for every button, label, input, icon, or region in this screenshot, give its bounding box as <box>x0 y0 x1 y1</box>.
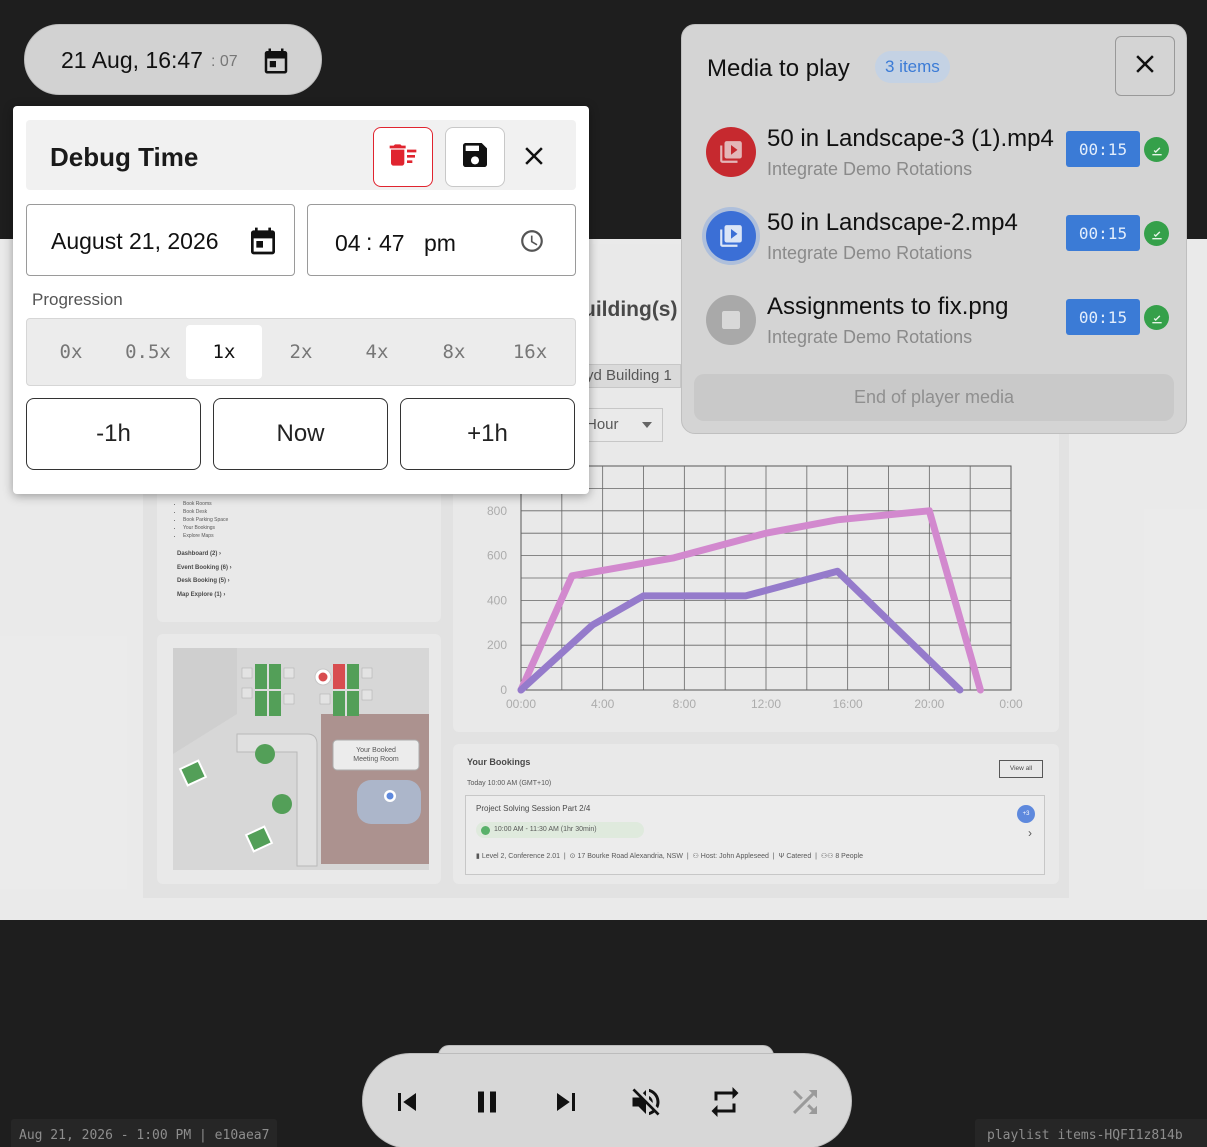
speed-2x[interactable]: 2x <box>263 325 339 379</box>
repeat-icon <box>707 1084 743 1125</box>
media-item-duration: 00:15 <box>1066 299 1140 335</box>
media-title: Media to play <box>707 55 850 82</box>
media-item[interactable]: Assignments to fix.png Integrate Demo Ro… <box>702 293 1172 365</box>
close-icon <box>519 147 549 175</box>
close-button[interactable] <box>519 141 549 171</box>
speed-0-5x[interactable]: 0.5x <box>110 325 186 379</box>
media-item-subtitle: Integrate Demo Rotations <box>767 327 973 347</box>
clock-icon[interactable] <box>519 228 545 259</box>
debug-header: Debug Time <box>26 120 576 190</box>
pause-icon <box>469 1084 505 1125</box>
date-value: August 21, 2026 <box>51 228 219 254</box>
transport-controls <box>362 1053 852 1147</box>
speed-8x[interactable]: 8x <box>416 325 492 379</box>
mute-button[interactable] <box>626 1084 666 1124</box>
delete-button[interactable] <box>373 127 433 187</box>
save-button[interactable] <box>445 127 505 187</box>
previous-button[interactable] <box>387 1084 427 1124</box>
speed-16x[interactable]: 16x <box>492 325 568 379</box>
time-hour[interactable]: 04 <box>335 230 361 257</box>
check-icon <box>1144 137 1169 162</box>
debug-time-panel: Debug Time August 21, 2026 04 : 47 pm Pr… <box>13 106 589 494</box>
status-right: playlist items-HQFI1z814b <box>975 1119 1207 1147</box>
status-left: Aug 21, 2026 - 1:00 PM | e10aea7 <box>11 1119 278 1147</box>
check-icon <box>1144 221 1169 246</box>
media-item-duration: 00:15 <box>1066 131 1140 167</box>
speed-0x[interactable]: 0x <box>33 325 109 379</box>
media-panel: Media to play 3 items 50 in Landscape-3 … <box>681 24 1187 434</box>
date-field[interactable]: August 21, 2026 <box>26 204 295 276</box>
media-item[interactable]: 50 in Landscape-2.mp4 Integrate Demo Rot… <box>702 209 1172 281</box>
time-field[interactable]: 04 : 47 pm <box>307 204 576 276</box>
time-minute[interactable]: 47 <box>379 230 405 257</box>
calendar-icon[interactable] <box>247 224 279 263</box>
time-separator: : <box>366 229 373 255</box>
end-of-media: End of player media <box>694 374 1174 421</box>
skip-previous-icon <box>389 1084 425 1125</box>
media-item-title: Assignments to fix.png <box>767 293 1009 320</box>
clock-seconds: : 07 <box>211 53 238 70</box>
video-icon <box>706 211 756 261</box>
speed-4x[interactable]: 4x <box>339 325 415 379</box>
shuffle-button[interactable] <box>785 1084 825 1124</box>
video-icon <box>706 127 756 177</box>
volume-off-icon <box>628 1084 664 1125</box>
now-button[interactable]: Now <box>213 398 388 470</box>
repeat-button[interactable] <box>705 1084 745 1124</box>
pause-button[interactable] <box>467 1084 507 1124</box>
media-close-button[interactable] <box>1115 36 1175 96</box>
save-icon <box>459 139 491 176</box>
media-item-subtitle: Integrate Demo Rotations <box>767 159 973 179</box>
clock-time: 21 Aug, 16:47 <box>61 47 203 73</box>
time-ampm[interactable]: pm <box>424 230 456 257</box>
shuffle-icon <box>787 1084 823 1125</box>
debug-title: Debug Time <box>50 142 199 172</box>
media-count-badge: 3 items <box>875 51 950 83</box>
media-item-title: 50 in Landscape-2.mp4 <box>767 209 1018 236</box>
image-icon <box>706 295 756 345</box>
minus-hour-button[interactable]: -1h <box>26 398 201 470</box>
media-item-subtitle: Integrate Demo Rotations <box>767 243 973 263</box>
media-item-duration: 00:15 <box>1066 215 1140 251</box>
close-icon <box>1130 49 1160 84</box>
skip-next-icon <box>548 1084 584 1125</box>
plus-hour-button[interactable]: +1h <box>400 398 575 470</box>
progression-label: Progression <box>32 290 123 309</box>
clock-pill[interactable]: 21 Aug, 16:47 : 07 <box>24 24 322 95</box>
delete-sweep-icon <box>387 139 419 176</box>
media-item-title: 50 in Landscape-3 (1).mp4 <box>767 125 1054 152</box>
calendar-icon[interactable] <box>261 45 291 82</box>
next-button[interactable] <box>546 1084 586 1124</box>
check-icon <box>1144 305 1169 330</box>
speed-selector: 0x 0.5x 1x 2x 4x 8x 16x <box>26 318 576 386</box>
speed-1x[interactable]: 1x <box>186 325 262 379</box>
media-item[interactable]: 50 in Landscape-3 (1).mp4 Integrate Demo… <box>702 125 1172 197</box>
